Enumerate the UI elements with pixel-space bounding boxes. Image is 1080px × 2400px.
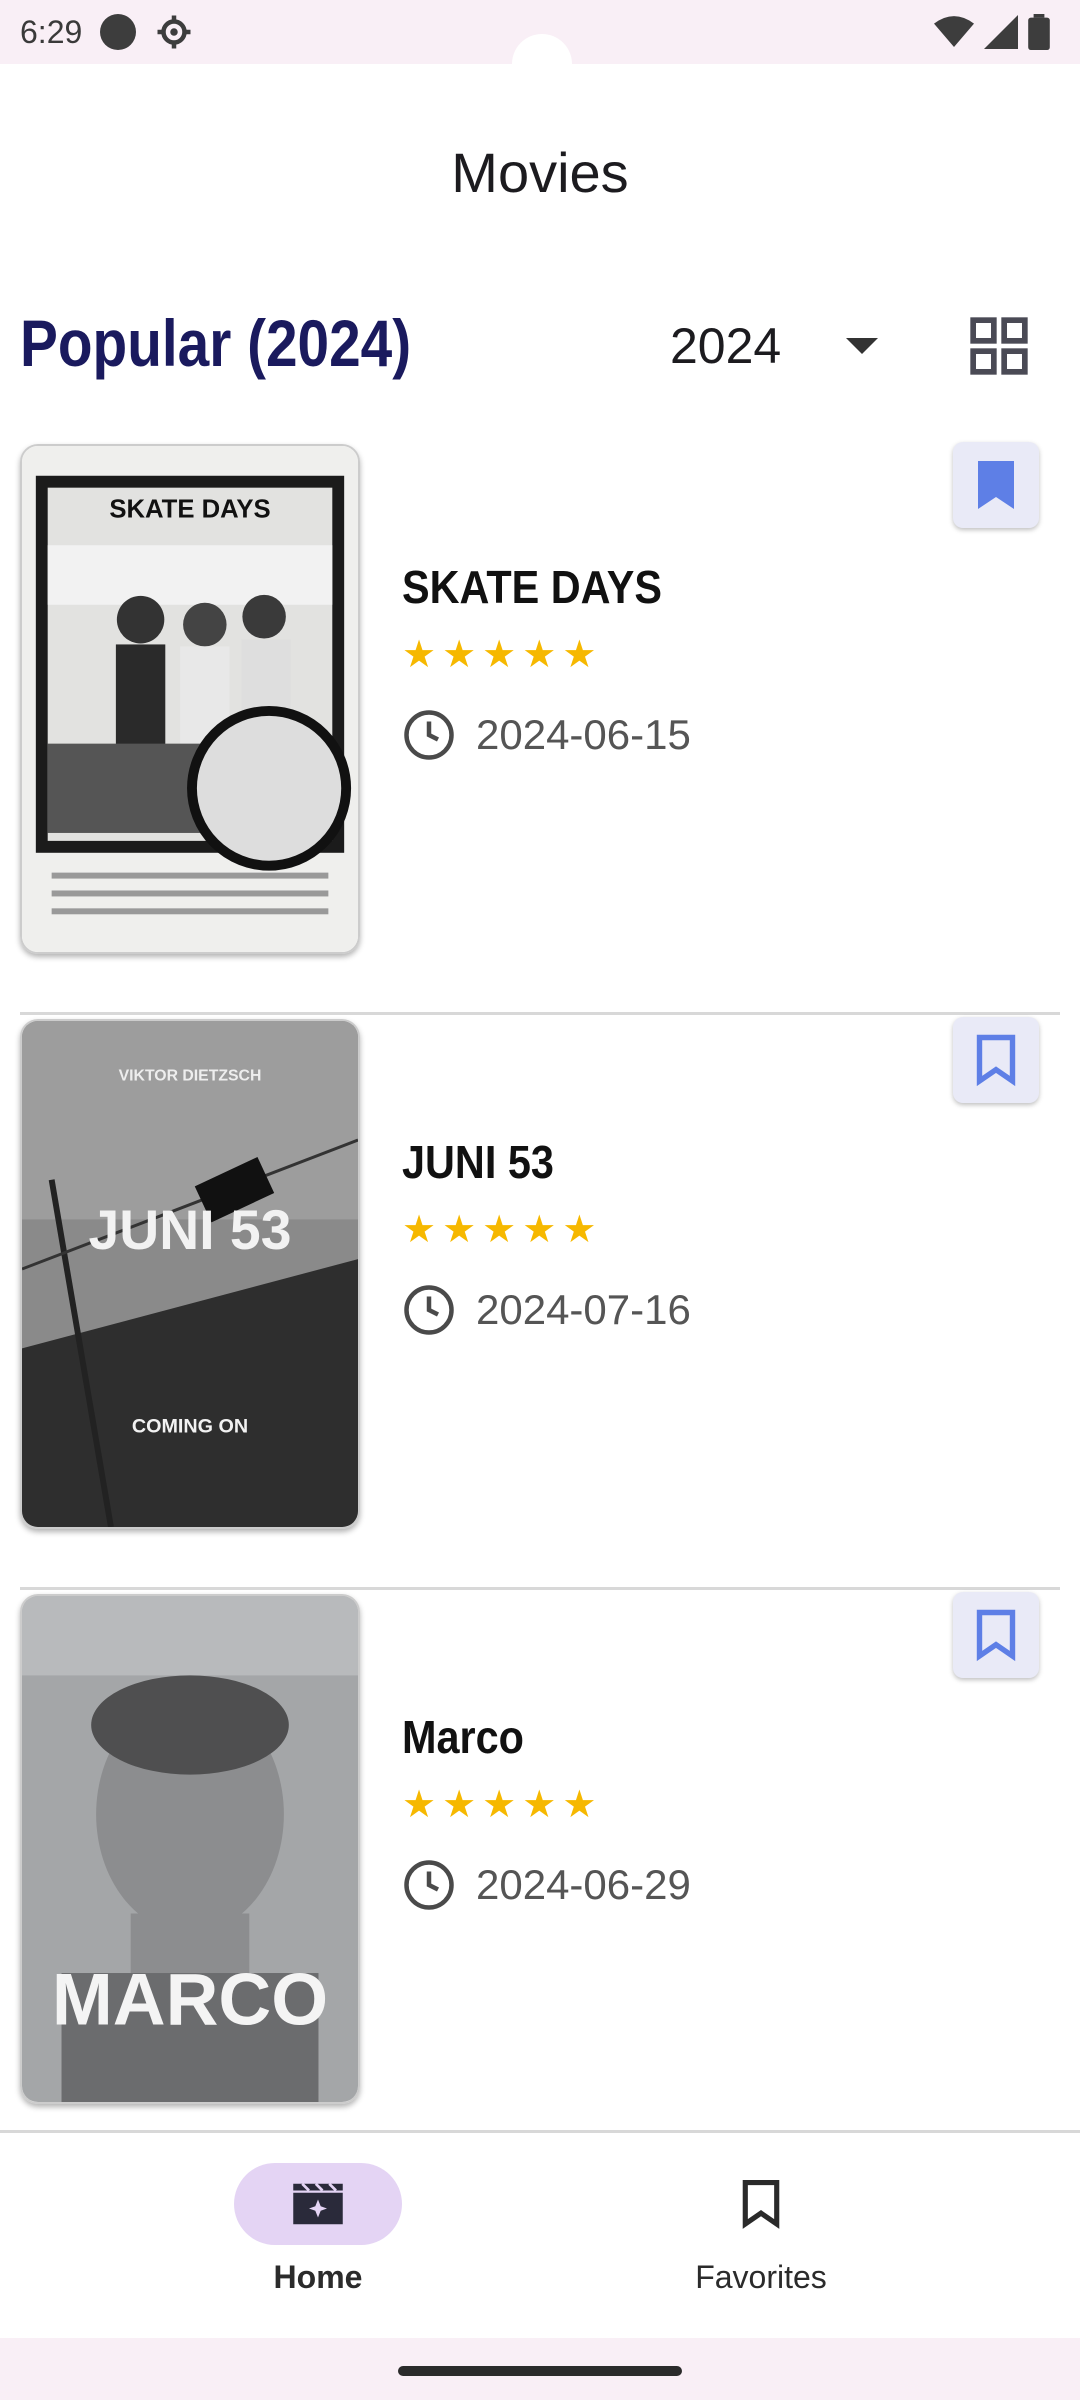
poster-top-text: VIKTOR DIETZSCH bbox=[119, 1068, 262, 1085]
star-icon: ★ bbox=[482, 1783, 517, 1827]
nav-favorites-label: Favorites bbox=[695, 2259, 827, 2295]
clock-icon bbox=[404, 1285, 454, 1335]
movie-clapper-icon bbox=[293, 2182, 343, 2225]
release-date: 2024-06-29 bbox=[476, 1861, 691, 1908]
star-icon: ★ bbox=[562, 633, 597, 677]
movie-poster[interactable]: MARCO bbox=[20, 1594, 360, 2104]
movie-title: SKATE DAYS bbox=[402, 561, 662, 613]
star-icon: ★ bbox=[562, 1783, 597, 1827]
nav-favorites[interactable]: Favorites bbox=[641, 2163, 881, 2296]
bookmark-button[interactable] bbox=[953, 1592, 1039, 1678]
section-title: Popular (2024) bbox=[20, 306, 412, 380]
star-icon: ★ bbox=[442, 1208, 477, 1252]
movie-card[interactable]: MARCO Marco ★ ★ ★ ★ ★ 2024-06-29 bbox=[0, 1590, 1080, 2165]
year-dropdown-value: 2024 bbox=[670, 318, 782, 374]
star-icon: ★ bbox=[522, 633, 557, 677]
nav-home-indicator bbox=[234, 2163, 402, 2245]
movie-title: JUNI 53 bbox=[402, 1136, 554, 1188]
year-dropdown[interactable]: 2024 bbox=[670, 310, 900, 382]
poster-title-text: JUNI 53 bbox=[89, 1199, 292, 1261]
poster-image: MARCO bbox=[22, 1596, 358, 2102]
release-date: 2024-06-15 bbox=[476, 711, 691, 758]
bookmark-button[interactable] bbox=[953, 442, 1039, 528]
battery-icon bbox=[1028, 14, 1050, 50]
release-date: 2024-07-16 bbox=[476, 1286, 691, 1333]
bookmark-filled-icon bbox=[978, 461, 1014, 509]
release-date-row: 2024-06-29 bbox=[402, 1858, 691, 1912]
star-icon: ★ bbox=[442, 1783, 477, 1827]
star-icon: ★ bbox=[402, 1208, 437, 1252]
poster-image: VIKTOR DIETZSCH JUNI 53 COMING ON bbox=[22, 1021, 358, 1527]
star-icon: ★ bbox=[402, 633, 437, 677]
nav-home-label: Home bbox=[273, 2259, 363, 2295]
movie-card[interactable]: VIKTOR DIETZSCH JUNI 53 COMING ON JUNI 5… bbox=[0, 1015, 1080, 1590]
bookmark-outline-icon bbox=[976, 1034, 1016, 1087]
movie-title: Marco bbox=[402, 1711, 524, 1763]
movie-card[interactable]: SKATE DAYS SKATE DAYS ★ ★ ★ ★ ★ 2024-06-15 bbox=[0, 440, 1080, 1015]
bookmark-outline-icon bbox=[742, 2180, 780, 2229]
poster-bottom-text: COMING ON bbox=[132, 1416, 248, 1438]
cell-signal-icon bbox=[984, 15, 1018, 49]
movie-poster[interactable]: SKATE DAYS bbox=[20, 444, 360, 954]
caret-down-icon bbox=[846, 338, 878, 354]
star-icon: ★ bbox=[482, 1208, 517, 1252]
home-gesture-bar[interactable] bbox=[398, 2366, 682, 2376]
movie-list: SKATE DAYS SKATE DAYS ★ ★ ★ ★ ★ 2024-06-15 bbox=[0, 440, 1080, 2165]
star-icon: ★ bbox=[442, 633, 477, 677]
clock-icon bbox=[404, 1860, 454, 1910]
release-date-row: 2024-07-16 bbox=[402, 1283, 691, 1337]
movie-poster[interactable]: VIKTOR DIETZSCH JUNI 53 COMING ON bbox=[20, 1019, 360, 1529]
bookmark-button[interactable] bbox=[953, 1017, 1039, 1103]
bookmark-outline-icon bbox=[976, 1609, 1016, 1662]
rating-stars: ★ ★ ★ ★ ★ bbox=[402, 1786, 596, 1824]
notification-icon bbox=[100, 14, 137, 50]
poster-image: SKATE DAYS bbox=[22, 446, 358, 952]
star-icon: ★ bbox=[402, 1783, 437, 1827]
status-time: 6:29 bbox=[20, 13, 83, 50]
rating-stars: ★ ★ ★ ★ ★ bbox=[402, 636, 596, 674]
rating-stars: ★ ★ ★ ★ ★ bbox=[402, 1211, 596, 1249]
star-icon: ★ bbox=[522, 1208, 557, 1252]
clock-icon bbox=[404, 710, 454, 760]
star-icon: ★ bbox=[482, 633, 517, 677]
settings-gear-icon bbox=[157, 15, 191, 49]
poster-title-text: SKATE DAYS bbox=[109, 495, 270, 523]
star-icon: ★ bbox=[562, 1208, 597, 1252]
release-date-row: 2024-06-15 bbox=[402, 708, 691, 762]
nav-favorites-indicator bbox=[677, 2163, 845, 2245]
wifi-icon bbox=[934, 16, 974, 47]
nav-home[interactable]: Home bbox=[198, 2163, 438, 2296]
grid-view-icon[interactable] bbox=[968, 315, 1030, 377]
page-title: Movies bbox=[451, 141, 629, 204]
star-icon: ★ bbox=[522, 1783, 557, 1827]
poster-title-text: MARCO bbox=[52, 1958, 328, 2040]
bottom-navigation: Home Favorites bbox=[0, 2130, 1080, 2341]
